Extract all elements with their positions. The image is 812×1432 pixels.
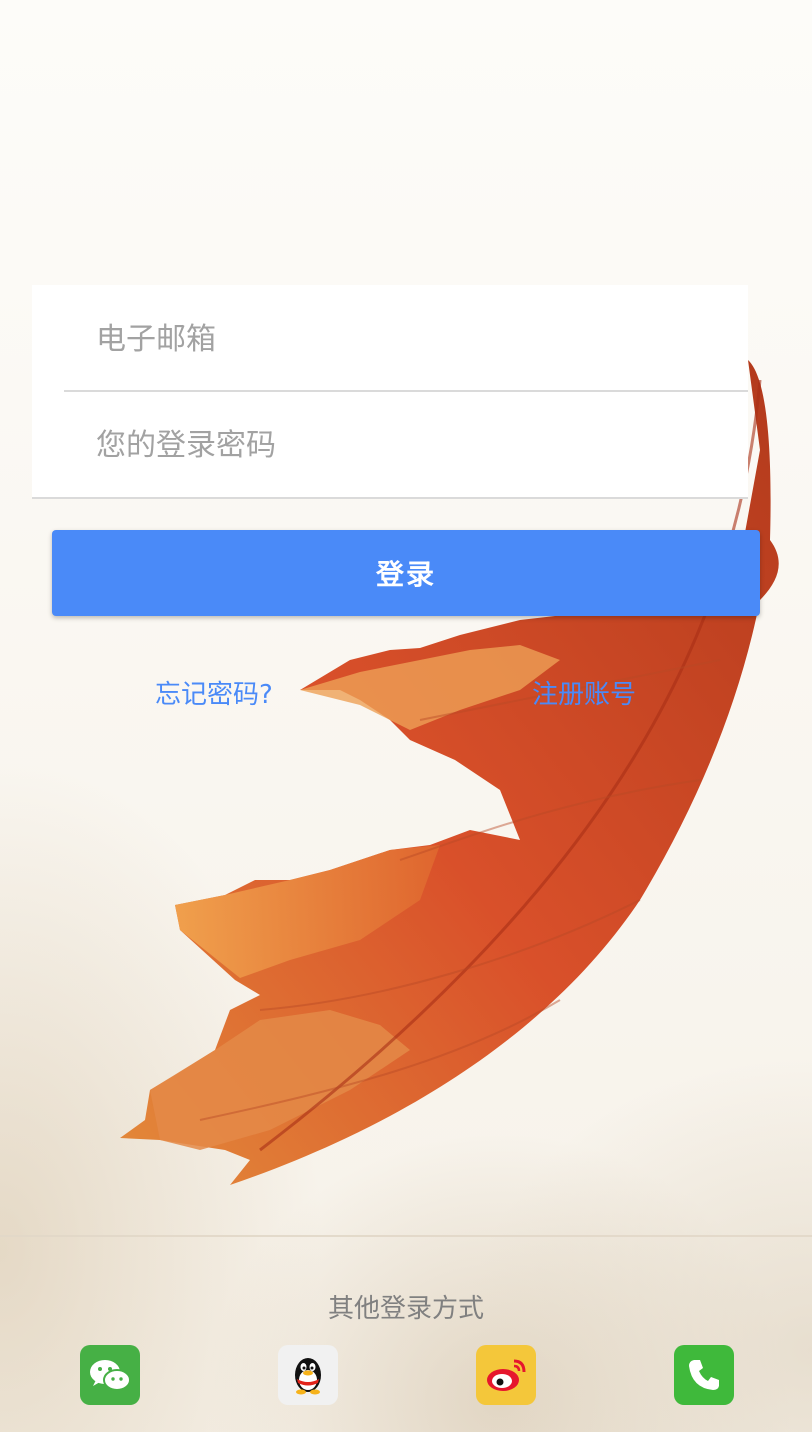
autumn-leaf-image [120,360,779,1185]
qq-icon [295,1358,321,1395]
other-login-title: 其他登录方式 [327,1294,484,1324]
password-field[interactable] [64,393,748,497]
register-link[interactable]: 注册账号 [532,674,636,711]
wechat-icon [90,1360,131,1391]
field-divider [32,497,748,499]
email-field[interactable] [64,287,748,391]
weibo-login-button[interactable] [476,1345,536,1405]
phone-login-button[interactable] [674,1345,734,1405]
forgot-password-link[interactable]: 忘记密码? [155,674,273,711]
field-divider [64,390,748,392]
qq-login-button[interactable] [278,1345,338,1405]
login-form-panel [32,285,748,499]
phone-icon [689,1360,719,1390]
bottom-divider [0,1235,812,1237]
wechat-login-button[interactable] [80,1345,140,1405]
weibo-icon [487,1359,526,1391]
login-button[interactable]: 登录 [52,530,760,616]
